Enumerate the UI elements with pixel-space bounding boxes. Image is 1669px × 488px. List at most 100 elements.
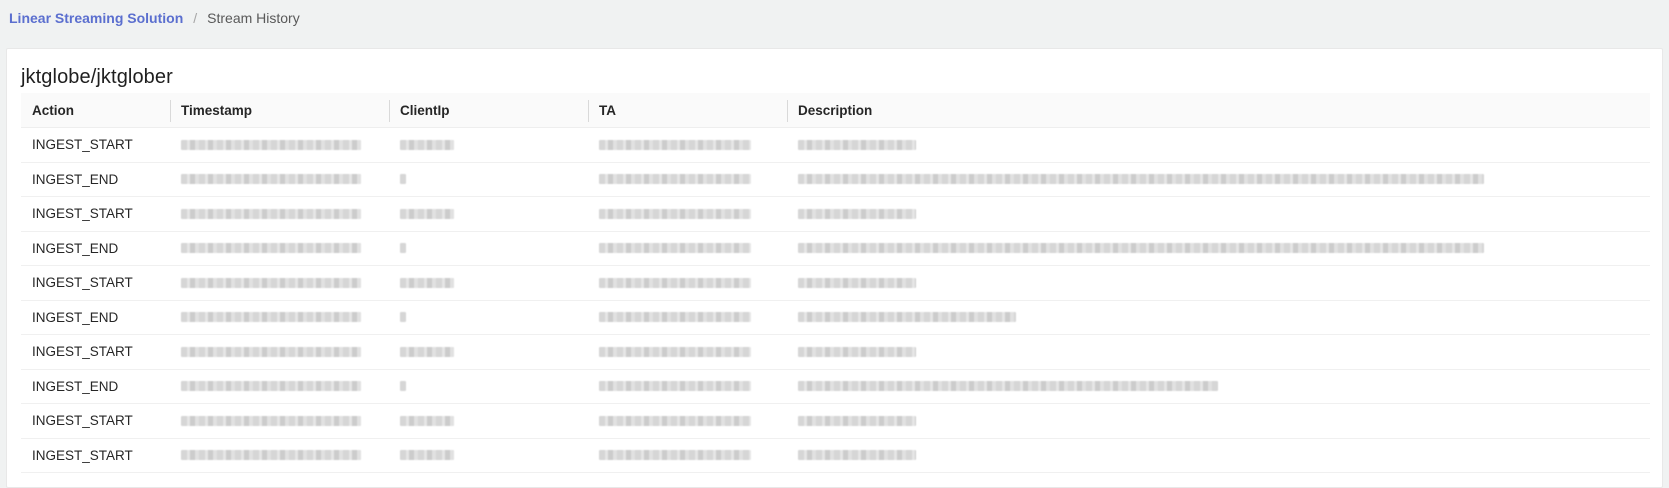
breadcrumb: Linear Streaming Solution / Stream Histo… bbox=[9, 8, 300, 28]
table-body: INGEST_START INGEST_END INGEST_START INGEST… bbox=[21, 128, 1650, 473]
cell-description bbox=[787, 163, 1650, 197]
cell-action: INGEST_END bbox=[32, 309, 119, 325]
cell-ta bbox=[588, 163, 787, 197]
cell-description bbox=[787, 301, 1650, 335]
cell-ta bbox=[588, 335, 787, 369]
cell-clientip bbox=[389, 370, 588, 404]
redacted-value bbox=[599, 312, 751, 323]
column-header-action[interactable]: Action bbox=[21, 93, 170, 128]
redacted-value bbox=[599, 381, 751, 392]
redacted-value bbox=[599, 415, 751, 426]
cell-description bbox=[787, 266, 1650, 300]
cell-clientip bbox=[389, 128, 588, 162]
cell-clientip bbox=[389, 335, 588, 369]
redacted-value bbox=[599, 346, 751, 357]
cell-action: INGEST_END bbox=[32, 378, 119, 394]
table-row[interactable]: INGEST_START bbox=[21, 128, 1650, 163]
cell-description bbox=[787, 232, 1650, 266]
redacted-value bbox=[181, 312, 361, 323]
breadcrumb-current: Stream History bbox=[207, 10, 300, 26]
cell-action: INGEST_END bbox=[32, 240, 119, 256]
redacted-value bbox=[181, 450, 361, 461]
redacted-value bbox=[400, 450, 454, 461]
cell-clientip bbox=[389, 301, 588, 335]
cell-ta bbox=[588, 301, 787, 335]
table-row[interactable]: INGEST_START bbox=[21, 266, 1650, 301]
column-header-description[interactable]: Description bbox=[787, 93, 1650, 128]
table-row[interactable]: INGEST_END bbox=[21, 301, 1650, 335]
cell-ta bbox=[588, 197, 787, 231]
cell-description bbox=[787, 404, 1650, 438]
cell-clientip bbox=[389, 197, 588, 231]
redacted-value bbox=[798, 381, 1218, 392]
column-header-timestamp[interactable]: Timestamp bbox=[170, 93, 389, 128]
table-row[interactable]: INGEST_START bbox=[21, 197, 1650, 232]
redacted-value bbox=[798, 277, 916, 288]
cell-ta bbox=[588, 266, 787, 300]
redacted-value bbox=[798, 450, 916, 461]
redacted-value bbox=[400, 208, 454, 219]
cell-description bbox=[787, 128, 1650, 162]
breadcrumb-root-link[interactable]: Linear Streaming Solution bbox=[9, 10, 183, 26]
redacted-value bbox=[181, 208, 361, 219]
redacted-value bbox=[599, 450, 751, 461]
cell-timestamp bbox=[170, 232, 389, 266]
table-row[interactable]: INGEST_END bbox=[21, 370, 1650, 404]
redacted-value bbox=[798, 415, 916, 426]
stream-history-card: jktglobe/jktglober Action Timestamp Clie… bbox=[6, 48, 1663, 488]
column-header-ta[interactable]: TA bbox=[588, 93, 787, 128]
cell-timestamp bbox=[170, 197, 389, 231]
redacted-value bbox=[599, 174, 751, 185]
cell-description bbox=[787, 370, 1650, 404]
redacted-value bbox=[181, 139, 361, 150]
redacted-value bbox=[400, 415, 454, 426]
column-header-clientip[interactable]: ClientIp bbox=[389, 93, 588, 128]
table-header: Action Timestamp ClientIp TA Description bbox=[21, 93, 1650, 128]
table-row[interactable]: INGEST_START bbox=[21, 404, 1650, 439]
cell-ta bbox=[588, 232, 787, 266]
cell-ta bbox=[588, 439, 787, 473]
cell-ta bbox=[588, 404, 787, 438]
cell-description bbox=[787, 335, 1650, 369]
cell-action: INGEST_START bbox=[32, 447, 133, 463]
redacted-value bbox=[599, 277, 751, 288]
redacted-value bbox=[181, 277, 361, 288]
table-row[interactable]: INGEST_START bbox=[21, 335, 1650, 370]
redacted-value bbox=[599, 208, 751, 219]
redacted-value bbox=[181, 243, 361, 254]
cell-clientip bbox=[389, 232, 588, 266]
cell-timestamp bbox=[170, 439, 389, 473]
table-row[interactable]: INGEST_END bbox=[21, 163, 1650, 197]
cell-timestamp bbox=[170, 335, 389, 369]
redacted-value bbox=[400, 312, 406, 323]
cell-ta bbox=[588, 370, 787, 404]
redacted-value bbox=[798, 174, 1484, 185]
table-row[interactable]: INGEST_START bbox=[21, 439, 1650, 473]
page-title: jktglobe/jktglober bbox=[21, 66, 173, 88]
redacted-value bbox=[400, 139, 454, 150]
cell-timestamp bbox=[170, 266, 389, 300]
redacted-value bbox=[400, 174, 406, 185]
stream-history-table: Action Timestamp ClientIp TA Description… bbox=[21, 93, 1650, 473]
cell-action: INGEST_START bbox=[32, 344, 133, 360]
redacted-value bbox=[400, 346, 454, 357]
cell-description bbox=[787, 439, 1650, 473]
redacted-value bbox=[400, 277, 454, 288]
cell-clientip bbox=[389, 404, 588, 438]
cell-ta bbox=[588, 128, 787, 162]
cell-action: INGEST_END bbox=[32, 171, 119, 187]
redacted-value bbox=[181, 415, 361, 426]
table-row[interactable]: INGEST_END bbox=[21, 232, 1650, 266]
redacted-value bbox=[798, 346, 916, 357]
redacted-value bbox=[599, 243, 751, 254]
cell-action: INGEST_START bbox=[32, 413, 133, 429]
redacted-value bbox=[798, 312, 1016, 323]
redacted-value bbox=[599, 139, 751, 150]
cell-timestamp bbox=[170, 301, 389, 335]
cell-description bbox=[787, 197, 1650, 231]
redacted-value bbox=[181, 346, 361, 357]
cell-clientip bbox=[389, 163, 588, 197]
cell-action: INGEST_START bbox=[32, 206, 133, 222]
breadcrumb-separator: / bbox=[193, 10, 198, 26]
cell-action: INGEST_START bbox=[32, 275, 133, 291]
